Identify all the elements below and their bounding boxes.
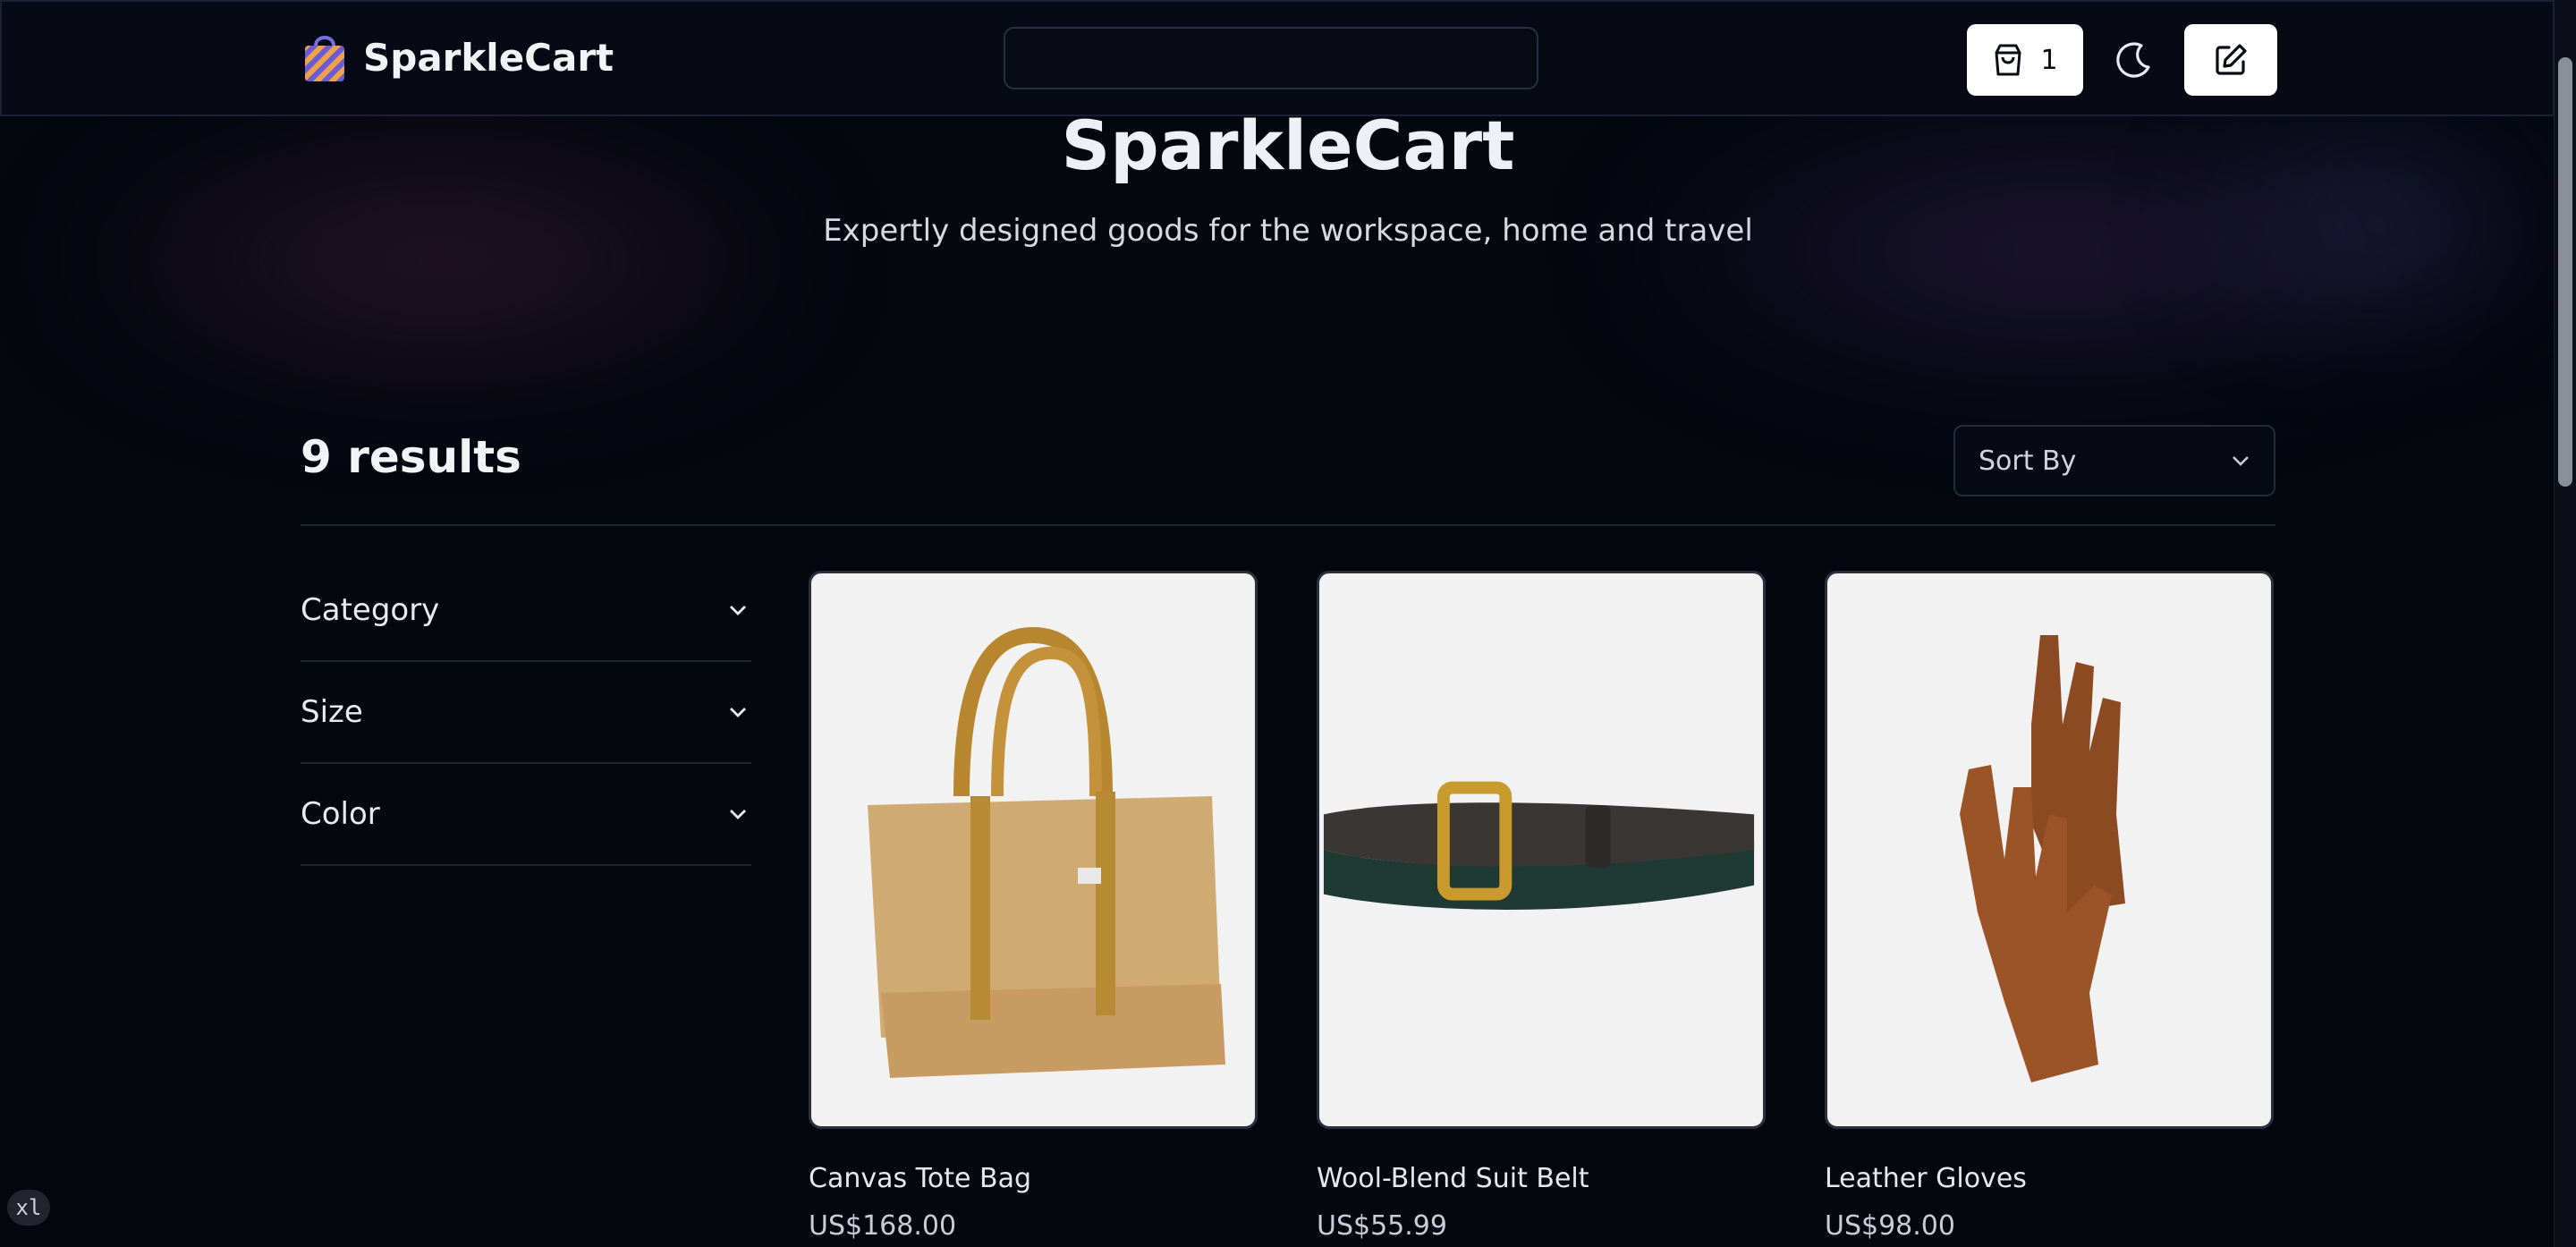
- product-name[interactable]: Canvas Tote Bag: [809, 1163, 1258, 1194]
- chevron-down-icon: [730, 606, 746, 615]
- scrollbar-thumb[interactable]: [2558, 57, 2572, 487]
- filter-size[interactable]: Size: [301, 662, 751, 764]
- product-image-leather-gloves[interactable]: [1825, 571, 2274, 1129]
- product-card[interactable]: Leather Gloves US$98.00: [1825, 571, 2274, 1242]
- edit-icon: [2216, 44, 2247, 75]
- brand-name: SparkleCart: [363, 35, 614, 80]
- product-price: US$168.00: [809, 1210, 957, 1242]
- sort-label: Sort By: [1979, 445, 2077, 477]
- product-price: US$98.00: [1825, 1210, 1955, 1242]
- results-count: 9 results: [301, 431, 521, 483]
- product-name[interactable]: Leather Gloves: [1825, 1163, 2274, 1194]
- top-navbar: SparkleCart 1: [0, 0, 2555, 116]
- filter-label: Category: [301, 592, 440, 628]
- search-input[interactable]: [1004, 27, 1538, 89]
- divider: [301, 524, 2275, 526]
- breakpoint-badge: xl: [7, 1190, 50, 1226]
- brand-logo-link[interactable]: SparkleCart: [302, 31, 614, 83]
- theme-toggle-button[interactable]: [2107, 24, 2161, 96]
- filter-category[interactable]: Category: [301, 560, 751, 662]
- cart-icon: [1995, 44, 2021, 76]
- edit-button[interactable]: [2184, 24, 2277, 96]
- product-image-suit-belt[interactable]: [1317, 571, 1766, 1129]
- chevron-down-icon: [730, 708, 746, 717]
- product-card[interactable]: Canvas Tote Bag US$168.00: [809, 571, 1258, 1242]
- product-image-tote-bag[interactable]: [809, 571, 1258, 1129]
- hero-title: SparkleCart: [1061, 106, 1515, 185]
- chevron-down-icon: [730, 810, 746, 819]
- chevron-down-icon: [2233, 456, 2249, 466]
- filter-label: Size: [301, 694, 363, 730]
- hero-subtitle: Expertly designed goods for the workspac…: [823, 213, 1753, 249]
- cart-count: 1: [2040, 44, 2058, 76]
- cart-button[interactable]: 1: [1967, 24, 2083, 96]
- filter-panel: Category Size Color: [301, 560, 751, 866]
- product-name[interactable]: Wool-Blend Suit Belt: [1317, 1163, 1766, 1194]
- moon-icon: [2116, 42, 2150, 78]
- product-price: US$55.99: [1317, 1210, 1447, 1242]
- product-card[interactable]: Wool-Blend Suit Belt US$55.99: [1317, 571, 1766, 1242]
- filter-color[interactable]: Color: [301, 764, 751, 866]
- shopping-bag-logo-icon: [305, 36, 344, 81]
- product-grid: Canvas Tote Bag US$168.00 Wool-Blend Sui…: [809, 571, 2274, 1242]
- filter-label: Color: [301, 796, 380, 832]
- sort-select[interactable]: Sort By: [1953, 425, 2275, 496]
- page-scrollbar[interactable]: [2554, 0, 2576, 1247]
